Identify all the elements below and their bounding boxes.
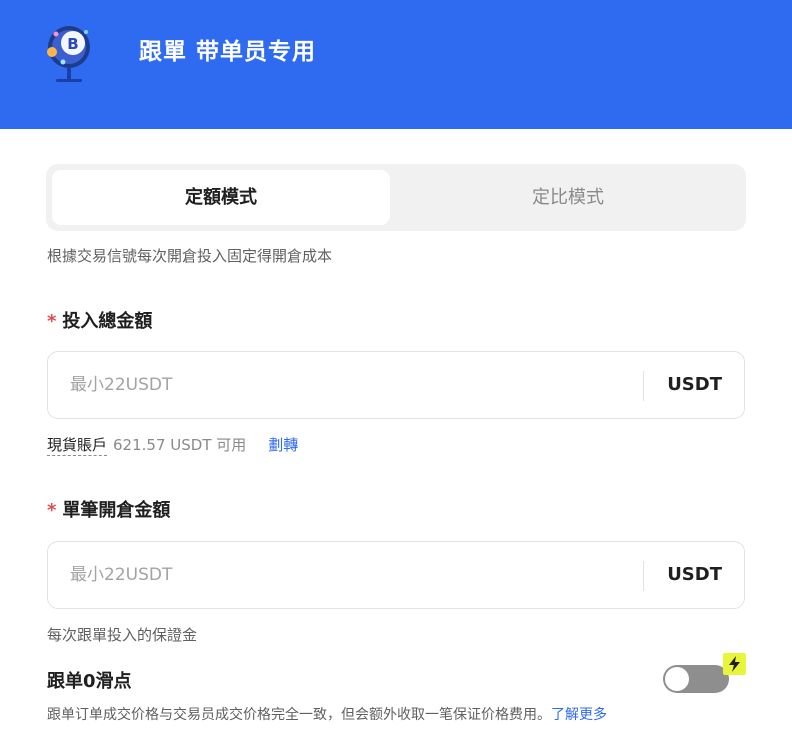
total-investment-label-text: 投入總金額 — [62, 311, 153, 332]
single-order-unit: USDT — [667, 564, 722, 585]
single-order-input[interactable] — [70, 542, 630, 608]
bitcoin-globe-icon: B — [42, 22, 102, 86]
single-order-field: USDT — [47, 541, 745, 609]
zero-slippage-toggle[interactable] — [663, 665, 729, 693]
total-investment-input[interactable] — [70, 352, 630, 418]
total-investment-unit: USDT — [667, 374, 722, 395]
mode-description: 根據交易信號每次開倉投入固定得開倉成本 — [47, 247, 333, 265]
mode-tabs: 定額模式 定比模式 — [46, 164, 746, 231]
available-balance: 621.57 USDT 可用 — [113, 436, 247, 454]
page-title: 跟單 带单员专用 — [139, 39, 317, 65]
tab-fixed-ratio[interactable]: 定比模式 — [396, 170, 740, 225]
required-mark: * — [47, 311, 57, 332]
toggle-knob — [665, 667, 689, 691]
learn-more-link[interactable]: 了解更多 — [551, 707, 607, 723]
single-order-label-text: 單筆開倉金額 — [62, 500, 171, 521]
zero-slippage-title: 跟单0滑点 — [47, 671, 132, 692]
app-header: B 跟單 带单员专用 — [0, 0, 792, 129]
total-investment-field: USDT — [47, 351, 745, 419]
single-order-label: * 單筆開倉金額 — [47, 498, 170, 524]
zero-slippage-description-text: 跟单订单成交价格与交易员成交价格完全一致，但会额外收取一笔保证价格费用。 — [47, 707, 551, 723]
svg-text:B: B — [67, 35, 78, 53]
zero-slippage-description: 跟单订单成交价格与交易员成交价格完全一致，但会额外收取一笔保证价格费用。了解更多 — [47, 704, 607, 726]
spot-account-label[interactable]: 現貨賬戶 — [47, 436, 108, 456]
margin-hint: 每次跟單投入的保證金 — [47, 626, 198, 644]
required-mark: * — [47, 500, 57, 521]
input-divider — [643, 371, 644, 401]
balance-row: 現貨賬戶 621.57 USDT 可用 劃轉 — [47, 434, 298, 458]
lightning-bolt-icon — [723, 653, 746, 675]
total-investment-label: * 投入總金額 — [47, 309, 152, 335]
input-divider — [643, 561, 644, 591]
transfer-link[interactable]: 劃轉 — [268, 436, 298, 454]
tab-fixed-amount[interactable]: 定額模式 — [52, 170, 390, 225]
